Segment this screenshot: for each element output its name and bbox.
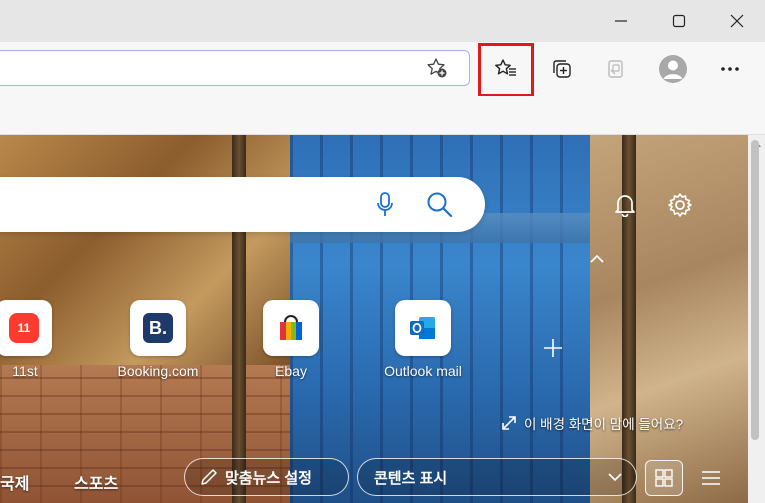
quick-link-ebay[interactable] xyxy=(263,300,319,356)
booking-icon: B. xyxy=(143,313,173,343)
list-layout-icon[interactable] xyxy=(696,463,726,493)
more-icon[interactable] xyxy=(714,54,746,84)
quick-link-11st[interactable]: 11 xyxy=(0,300,52,356)
favorites-bar xyxy=(0,96,765,135)
close-icon[interactable] xyxy=(714,0,760,42)
nav-item-international[interactable]: 국제 xyxy=(0,470,29,494)
personalize-news-label: 맞춤뉴스 설정 xyxy=(225,469,312,487)
scrollbar-thumb[interactable] xyxy=(751,140,759,440)
profile-icon[interactable] xyxy=(656,52,690,86)
content-display-dropdown[interactable]: 콘텐츠 표시 xyxy=(357,458,637,496)
add-favorite-icon[interactable] xyxy=(423,55,451,81)
background-feedback-text: 이 배경 화면이 맘에 들어요? xyxy=(524,417,684,432)
new-tab-page: 11 11st B. Booking.com Ebay Outlook mail xyxy=(0,135,748,503)
settings-gear-icon[interactable] xyxy=(664,189,696,221)
content-display-label: 콘텐츠 표시 xyxy=(374,469,448,487)
minimize-icon[interactable] xyxy=(598,0,644,42)
outlook-icon xyxy=(410,317,435,339)
grid-layout-icon[interactable] xyxy=(645,460,683,496)
microphone-icon[interactable] xyxy=(370,190,400,220)
maximize-icon[interactable] xyxy=(656,0,702,42)
ebay-bag-icon xyxy=(280,315,302,340)
notifications-bell-icon[interactable] xyxy=(610,190,640,220)
quick-link-label: Ebay xyxy=(275,363,307,379)
address-bar[interactable] xyxy=(0,50,470,86)
favorites-highlight-box xyxy=(478,43,534,97)
add-quick-link-plus-icon[interactable] xyxy=(538,333,568,363)
11st-icon: 11 xyxy=(9,313,39,343)
nav-item-sports[interactable]: 스포츠 xyxy=(74,470,118,494)
title-bar xyxy=(0,0,765,42)
quick-link-label: 11st xyxy=(12,363,38,379)
pencil-icon xyxy=(201,469,217,485)
browser-essentials-icon[interactable] xyxy=(600,54,632,84)
quick-link-label: Outlook mail xyxy=(384,363,462,379)
chevron-down-icon xyxy=(608,473,622,482)
quick-link-outlook[interactable] xyxy=(395,300,451,356)
expand-arrows-icon xyxy=(502,416,516,430)
search-icon[interactable] xyxy=(425,190,455,220)
collections-icon[interactable] xyxy=(546,54,578,84)
collapse-chevron-up-icon[interactable] xyxy=(585,249,609,269)
quick-link-booking[interactable]: B. xyxy=(130,300,186,356)
personalize-news-button[interactable]: 맞춤뉴스 설정 xyxy=(184,458,349,496)
search-box[interactable] xyxy=(0,177,485,232)
browser-toolbar xyxy=(0,42,765,96)
quick-link-label: Booking.com xyxy=(117,363,199,379)
background-feedback-link[interactable]: 이 배경 화면이 맘에 들어요? xyxy=(500,413,683,433)
